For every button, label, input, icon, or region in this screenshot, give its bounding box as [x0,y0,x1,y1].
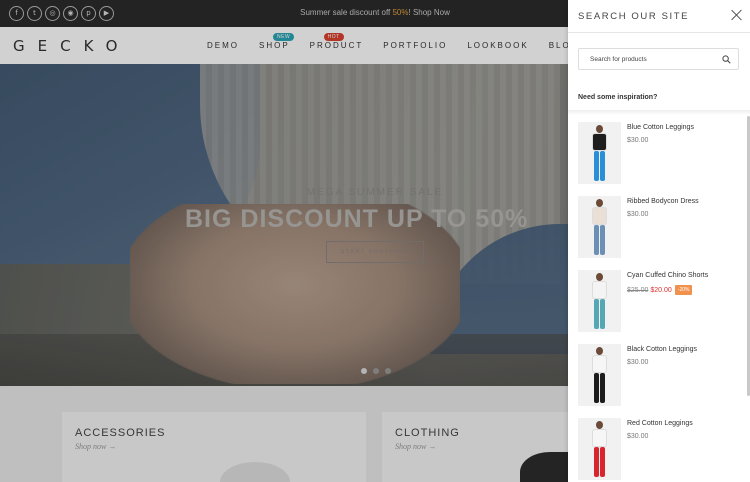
figure-leg [600,447,605,477]
figure-leg [600,299,605,329]
close-icon[interactable] [731,9,743,21]
product-price: $30.00 [627,433,649,440]
product-item[interactable]: Red Cotton Leggings $30.00 [578,418,743,480]
product-name[interactable]: Cyan Cuffed Chino Shorts [627,272,708,279]
figure-leg [600,373,605,403]
product-thumbnail[interactable] [578,270,621,332]
divider [568,110,750,115]
product-name[interactable]: Ribbed Bodycon Dress [627,198,699,205]
product-thumbnail[interactable] [578,418,621,480]
figure-head [596,125,603,133]
product-thumbnail[interactable] [578,122,621,184]
search-box [578,48,739,70]
figure-top [592,281,607,299]
search-panel: SEARCH OUR SITE Need some inspiration? B… [568,0,750,482]
figure-top [592,429,607,447]
figure-leg [594,225,599,255]
product-price: $25.00 $20.00 -20% [627,285,693,295]
figure-leg [594,151,599,181]
figure-head [596,273,603,281]
product-thumbnail[interactable] [578,196,621,258]
figure-head [596,199,603,207]
original-price: $25.00 [627,287,649,294]
discount-badge: -20% [674,285,693,295]
product-price: $30.00 [627,137,649,144]
product-item[interactable]: Ribbed Bodycon Dress $30.00 [578,196,743,258]
product-price: $30.00 [627,211,649,218]
product-item[interactable]: Cyan Cuffed Chino Shorts $25.00 $20.00 -20… [578,270,743,332]
product-price: $30.00 [627,359,649,366]
figure-top [592,355,607,373]
figure-head [596,347,603,355]
page-dim-overlay[interactable] [0,0,568,482]
product-item[interactable]: Black Cotton Leggings $30.00 [578,344,743,406]
search-icon[interactable] [722,55,731,64]
inspiration-heading: Need some inspiration? [578,94,658,101]
product-item[interactable]: Blue Cotton Leggings $30.00 [578,122,743,184]
figure-leg [600,151,605,181]
figure-leg [594,447,599,477]
figure-leg [594,299,599,329]
product-name[interactable]: Red Cotton Leggings [627,420,693,427]
figure-leg [600,225,605,255]
search-input[interactable] [579,49,719,69]
figure-top [592,133,607,151]
product-name[interactable]: Blue Cotton Leggings [627,124,694,131]
figure-head [596,421,603,429]
figure-top [592,207,607,225]
figure-leg [594,373,599,403]
sale-price: $20.00 [650,287,672,294]
search-panel-title: SEARCH OUR SITE [578,11,690,22]
product-name[interactable]: Black Cotton Leggings [627,346,697,353]
product-thumbnail[interactable] [578,344,621,406]
divider [568,32,750,33]
